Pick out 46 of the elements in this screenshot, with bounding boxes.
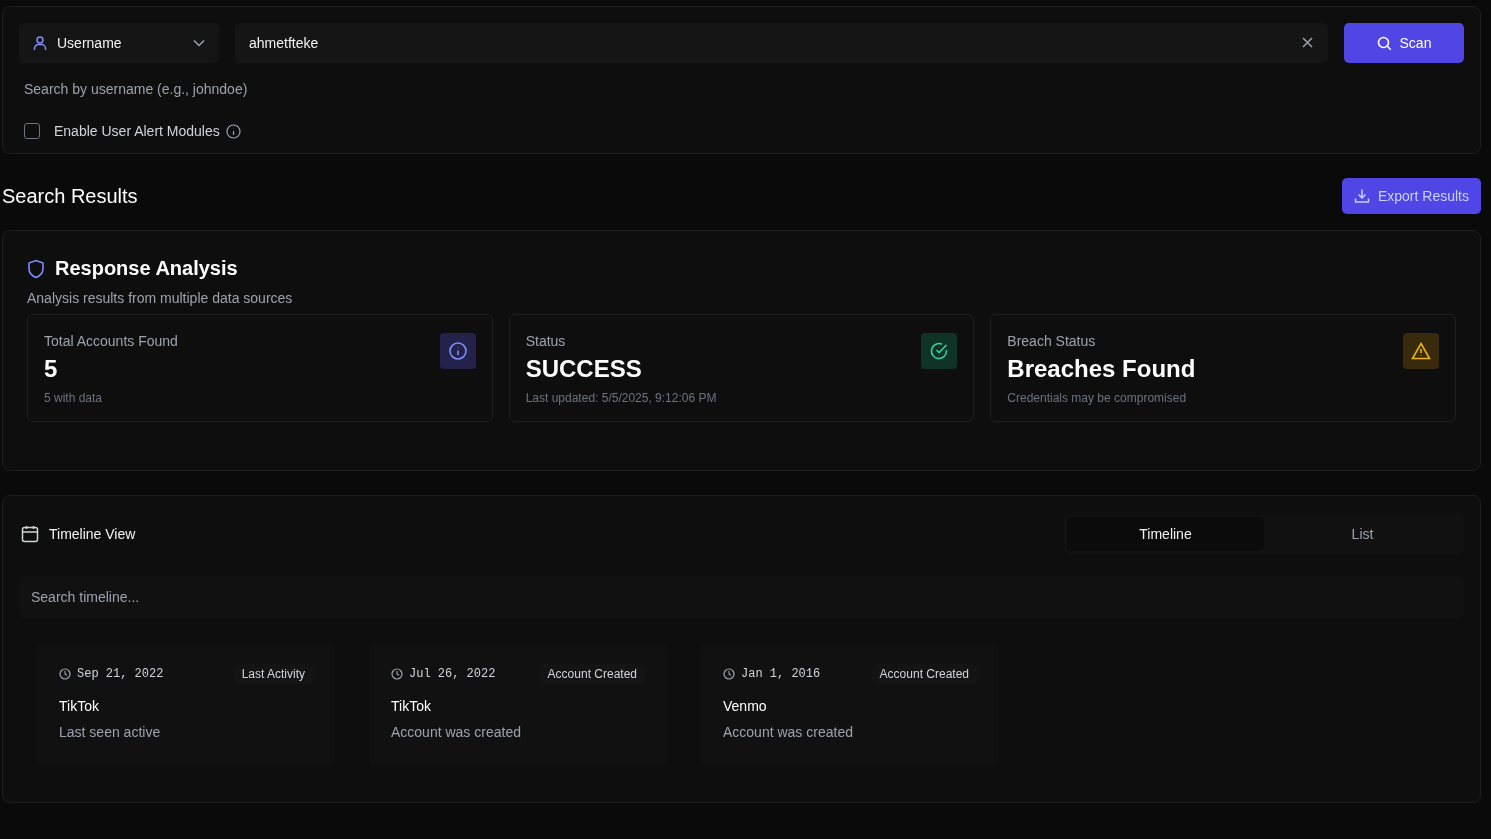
checkbox[interactable] — [24, 123, 40, 139]
event-description: Account was created — [723, 724, 854, 740]
clock-icon — [723, 668, 735, 680]
check-circle-icon — [930, 342, 949, 360]
search-type-dropdown[interactable]: Username — [19, 23, 219, 63]
checkbox-label: Enable User Alert Modules — [54, 123, 220, 139]
stat-label: Total Accounts Found — [44, 333, 178, 349]
scan-button[interactable]: Scan — [1344, 23, 1464, 63]
panel-title: Response Analysis — [55, 257, 238, 280]
event-platform: TikTok — [391, 698, 432, 714]
panel-title: Timeline View — [49, 526, 136, 542]
view-tab[interactable]: List — [1264, 517, 1461, 551]
event-platform: Venmo — [723, 698, 768, 714]
info-icon[interactable] — [225, 123, 241, 139]
dropdown-value: Username — [57, 35, 123, 51]
panel-subtitle: Analysis results from multiple data sources — [27, 290, 294, 306]
clock-icon — [391, 668, 403, 680]
stat-value: 5 — [44, 355, 59, 383]
event-date: Sep 21, 2022 — [77, 667, 165, 681]
clock-icon — [59, 668, 71, 680]
view-tab[interactable]: Timeline — [1067, 517, 1264, 551]
stat-note: 5 with data — [44, 391, 104, 405]
event-description: Account was created — [391, 724, 522, 740]
stat-value: SUCCESS — [525, 355, 643, 383]
event-date: Jan 1, 2016 — [741, 667, 822, 681]
search-hint: Search by username (e.g., johndoe) — [24, 81, 249, 97]
search-icon — [1376, 35, 1392, 51]
export-button[interactable]: Export Results — [1341, 178, 1481, 214]
shield-icon — [27, 258, 45, 279]
stat-note: Credentials may be compromised — [1007, 391, 1188, 405]
warning-icon — [1411, 342, 1431, 360]
event-date: Jul 26, 2022 — [409, 667, 497, 681]
search-input[interactable]: ahmetfteke — [235, 23, 1328, 63]
stat-label: Status — [525, 333, 567, 349]
section-title: Search Results — [2, 184, 138, 208]
stat-label: Breach Status — [1007, 333, 1097, 349]
event-platform: TikTok — [59, 698, 100, 714]
chevron-down-icon — [193, 39, 205, 47]
download-icon — [1353, 188, 1370, 204]
clear-icon[interactable] — [1302, 37, 1313, 48]
stat-value: Breaches Found — [1007, 355, 1196, 383]
event-description: Last seen active — [59, 724, 162, 740]
stat-note: Last updated: 5/5/2025, 9:12:06 PM — [525, 391, 717, 405]
user-icon — [33, 35, 47, 51]
info-icon — [448, 342, 467, 360]
calendar-icon — [21, 525, 39, 543]
